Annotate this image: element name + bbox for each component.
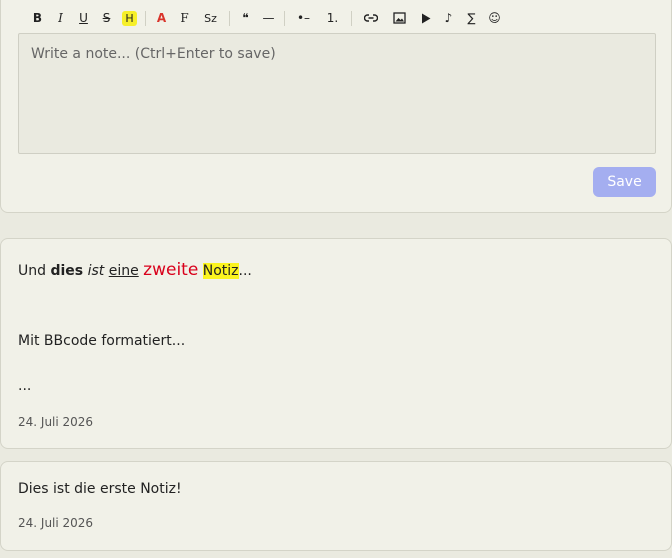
- toolbar-divider: [145, 10, 146, 26]
- note-card: Und dies ist eine zweite Notiz... Mit BB…: [0, 238, 672, 449]
- underline-button[interactable]: U: [72, 6, 95, 30]
- quote-button[interactable]: ❝: [234, 6, 257, 30]
- formula-icon[interactable]: ∑: [460, 6, 483, 30]
- strikethrough-button[interactable]: S: [95, 6, 118, 30]
- note-editor-card: B I U S H A F Sz ❝ — •– 1. ♪ ∑ ☺ Save: [0, 0, 672, 213]
- ordered-list-button[interactable]: 1.: [318, 6, 347, 30]
- font-family-button[interactable]: F: [173, 6, 196, 30]
- note-text: Und: [18, 263, 51, 279]
- note-date: 24. Juli 2026: [18, 516, 94, 530]
- note-text-highlighted: Notiz: [202, 263, 239, 279]
- note-card: Dies ist die erste Notiz! 24. Juli 2026: [0, 461, 672, 551]
- note-content-line: ...: [18, 378, 32, 394]
- italic-button[interactable]: I: [49, 6, 72, 30]
- link-icon[interactable]: [356, 6, 385, 30]
- note-date: 24. Juli 2026: [18, 415, 94, 429]
- note-content-line: Und dies ist eine zweite Notiz...: [18, 260, 252, 280]
- bullet-list-button[interactable]: •–: [289, 6, 318, 30]
- audio-icon[interactable]: ♪: [437, 6, 460, 30]
- note-text-red: zweite: [143, 260, 199, 280]
- save-button[interactable]: Save: [593, 167, 656, 197]
- video-icon[interactable]: [414, 6, 437, 30]
- note-text-underline: eine: [108, 263, 139, 279]
- bold-button[interactable]: B: [26, 6, 49, 30]
- image-icon[interactable]: [385, 6, 414, 30]
- note-content-line: Dies ist die erste Notiz!: [18, 481, 182, 497]
- note-content-line: Mit BBcode formatiert...: [18, 333, 186, 349]
- note-text-bold: dies: [50, 263, 84, 279]
- horizontal-rule-button[interactable]: —: [257, 6, 280, 30]
- highlight-label: H: [122, 10, 137, 26]
- note-input[interactable]: [18, 33, 656, 154]
- note-text: ...: [238, 263, 252, 279]
- toolbar-divider: [229, 10, 230, 26]
- text-color-button[interactable]: A: [150, 6, 173, 30]
- emoji-icon[interactable]: ☺: [483, 6, 506, 30]
- note-text-italic: ist: [87, 263, 105, 279]
- formatting-toolbar: B I U S H A F Sz ❝ — •– 1. ♪ ∑ ☺: [18, 2, 656, 34]
- toolbar-divider: [284, 10, 285, 26]
- font-size-button[interactable]: Sz: [196, 6, 225, 30]
- highlight-button[interactable]: H: [118, 6, 141, 30]
- toolbar-divider: [351, 10, 352, 26]
